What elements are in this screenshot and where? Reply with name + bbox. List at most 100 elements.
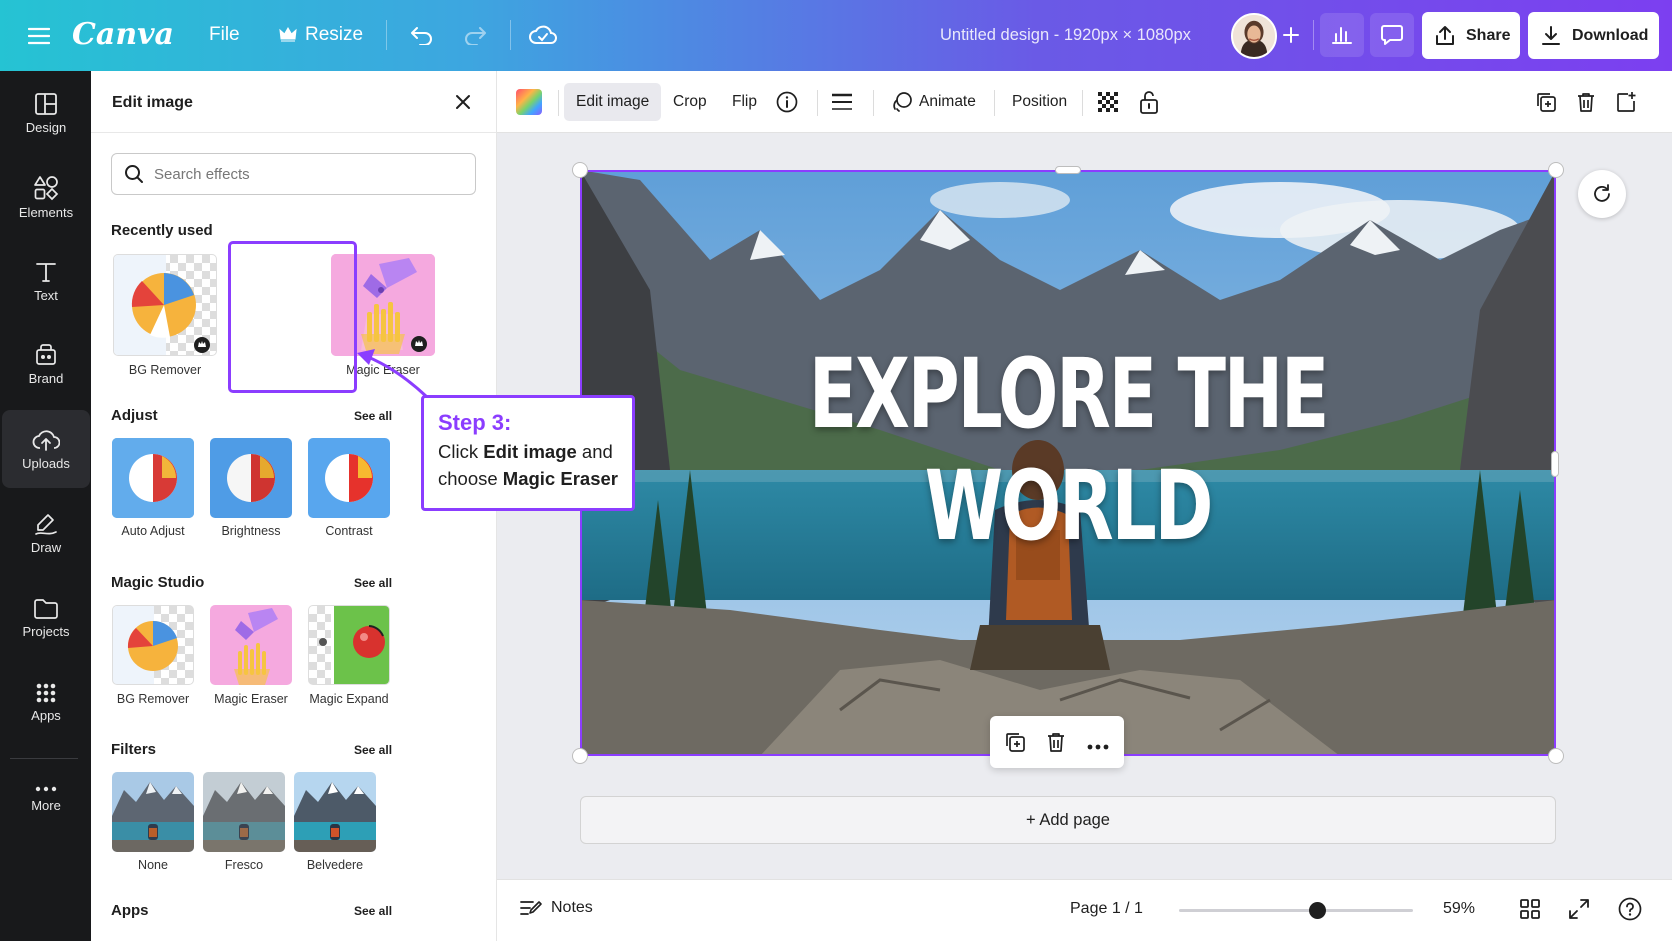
comment-icon[interactable] (1370, 13, 1414, 57)
headline-text[interactable]: EXPLORE THE WORLD (707, 338, 1429, 562)
divider (1082, 90, 1083, 116)
resize-handle-bottom-right[interactable] (1548, 748, 1564, 764)
effect-label: Auto Adjust (121, 524, 185, 538)
notes-button[interactable]: Notes (519, 898, 593, 918)
effect-label: BG Remover (128, 363, 202, 377)
effect-label: None (138, 858, 168, 872)
resize-handle-top-left[interactable] (572, 162, 588, 178)
see-all-apps-link[interactable]: See all (354, 904, 392, 918)
share-upload-icon (1436, 25, 1454, 45)
effect-label: Belvedere (306, 858, 364, 872)
tutorial-callout: Step 3: Click Edit image and choose Magi… (421, 395, 635, 511)
edit-image-button[interactable]: Edit image (564, 83, 662, 121)
effect-tile-magic-eraser-studio[interactable] (210, 605, 292, 685)
search-effects-input[interactable] (154, 165, 454, 183)
zoom-level[interactable]: 59% (1443, 900, 1475, 918)
download-button[interactable]: Download (1528, 12, 1659, 59)
info-icon[interactable] (768, 83, 806, 121)
section-title-adjust: Adjust (111, 407, 158, 424)
transparency-icon[interactable] (1089, 83, 1127, 121)
redo-icon[interactable] (460, 20, 490, 50)
rail-item-elements[interactable]: Elements (2, 158, 90, 236)
insights-chart-icon[interactable] (1320, 13, 1364, 57)
help-icon[interactable] (1618, 897, 1642, 926)
floating-element-toolbar (990, 716, 1124, 768)
delete-page-icon[interactable] (1567, 83, 1605, 121)
see-all-magic-studio-link[interactable]: See all (354, 576, 392, 590)
grid-view-icon[interactable] (1519, 898, 1541, 925)
effect-tile-brightness[interactable] (210, 438, 292, 518)
effect-label: Brightness (221, 524, 281, 538)
more-options-icon[interactable] (1086, 738, 1110, 756)
share-label: Share (1466, 26, 1511, 44)
effect-tile-contrast[interactable] (308, 438, 390, 518)
callout-body: Click Edit image and choose Magic Eraser (438, 438, 632, 492)
callout-step: Step 3: (438, 410, 512, 435)
effect-tile-bg-remover[interactable] (113, 254, 217, 356)
rail-item-more[interactable]: More (2, 759, 90, 837)
duplicate-page-icon[interactable] (1527, 83, 1565, 121)
refresh-icon[interactable] (1578, 170, 1626, 218)
page-indicator[interactable]: Page 1 / 1 (1070, 900, 1143, 918)
resize-handle-top-right[interactable] (1548, 162, 1564, 178)
canva-editor: Canva File Resize Untitled design - 1920… (0, 0, 1672, 941)
highlight-box-magic-eraser (228, 241, 357, 393)
lock-icon[interactable] (1130, 83, 1168, 121)
rail-item-apps[interactable]: Apps (2, 663, 90, 741)
resize-handle-bottom-left[interactable] (572, 748, 588, 764)
rail-item-projects[interactable]: Projects (2, 579, 90, 657)
zoom-slider-handle[interactable] (1309, 902, 1327, 919)
rail-item-uploads[interactable]: Uploads (2, 410, 90, 488)
search-effects-field[interactable] (111, 153, 476, 195)
rail-item-text[interactable]: Text (2, 242, 90, 320)
animate-button[interactable]: Animate (879, 83, 988, 121)
bottom-bar: Notes Page 1 / 1 59% (497, 879, 1672, 941)
effect-tile-bg-remover-studio[interactable] (112, 605, 194, 685)
crop-button[interactable]: Crop (661, 83, 719, 121)
add-collaborator-icon[interactable] (1279, 22, 1303, 48)
fullscreen-icon[interactable] (1568, 898, 1590, 925)
undo-icon[interactable] (407, 20, 437, 50)
border-style-icon[interactable] (823, 83, 861, 121)
see-all-filters-link[interactable]: See all (354, 743, 392, 757)
avatar[interactable] (1231, 13, 1277, 59)
position-button[interactable]: Position (1000, 83, 1079, 121)
zoom-slider-track[interactable] (1179, 909, 1413, 912)
section-title-filters: Filters (111, 741, 157, 758)
add-page-icon[interactable] (1607, 83, 1645, 121)
document-title[interactable]: Untitled design - 1920px × 1080px (940, 24, 1191, 46)
resize-handle-top[interactable] (1055, 166, 1081, 174)
panel-title: Edit image (112, 94, 193, 111)
filter-tile-fresco[interactable] (203, 772, 285, 852)
top-bar: Canva File Resize Untitled design - 1920… (0, 0, 1672, 71)
resize-button[interactable]: Resize (279, 24, 363, 46)
canva-logo[interactable]: Canva (72, 14, 174, 54)
notes-label: Notes (551, 899, 593, 916)
see-all-adjust-link[interactable]: See all (354, 409, 392, 423)
rail-item-brand[interactable]: Brand (2, 325, 90, 403)
effect-label: Contrast (325, 524, 373, 538)
resize-handle-right[interactable] (1551, 451, 1559, 477)
callout-text: Click (438, 441, 484, 462)
notes-icon (520, 901, 542, 915)
rail-item-design[interactable]: Design (2, 74, 90, 152)
duplicate-icon[interactable] (1004, 731, 1026, 758)
filter-tile-none[interactable] (112, 772, 194, 852)
menu-hamburger-icon[interactable] (24, 22, 54, 50)
crown-icon (279, 27, 297, 42)
rail-item-draw[interactable]: Draw (2, 494, 90, 572)
add-page-button[interactable]: + Add page (580, 796, 1556, 844)
share-button[interactable]: Share (1422, 12, 1520, 59)
color-swatch[interactable] (516, 89, 542, 115)
flip-button[interactable]: Flip (720, 83, 769, 121)
close-icon[interactable] (452, 91, 474, 113)
filter-tile-belvedere[interactable] (294, 772, 376, 852)
delete-icon[interactable] (1045, 731, 1067, 758)
effect-tile-auto-adjust[interactable] (112, 438, 194, 518)
folder-icon (34, 598, 58, 619)
effect-tile-magic-expand[interactable] (308, 605, 390, 685)
divider (817, 90, 818, 116)
design-image[interactable]: EXPLORE THE WORLD (580, 170, 1556, 756)
file-menu-button[interactable]: File (209, 24, 240, 46)
cloud-sync-icon[interactable] (527, 20, 559, 50)
